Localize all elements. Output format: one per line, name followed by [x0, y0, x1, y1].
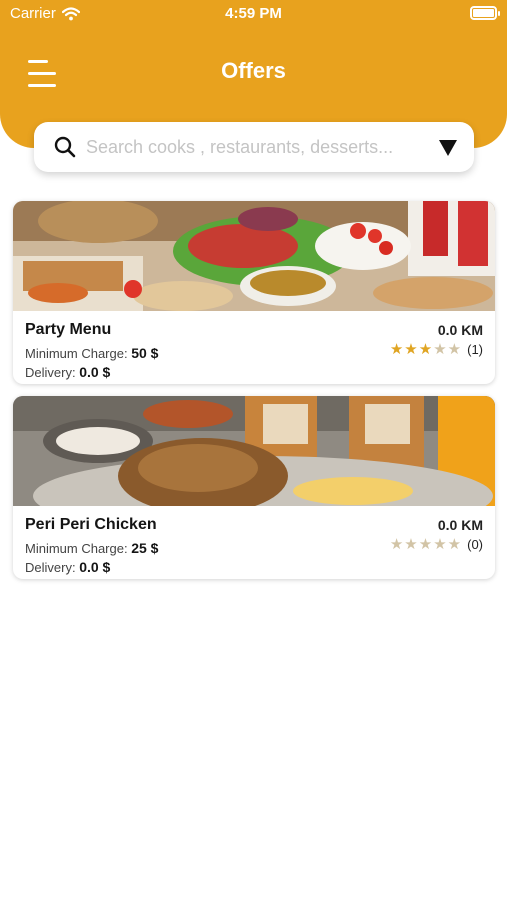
delivery-value: 0.0 $ — [79, 364, 111, 380]
status-time: 4:59 PM — [225, 5, 282, 22]
search-bar — [34, 122, 474, 172]
minimum-charge-label: Minimum Charge: — [25, 541, 128, 556]
battery-icon — [470, 6, 500, 20]
minimum-charge-value: 50 $ — [131, 345, 159, 361]
delivery-row: Delivery: 0.0 $ — [25, 364, 110, 380]
star-empty-icon: ★ — [418, 536, 433, 553]
search-input[interactable] — [86, 130, 426, 164]
offer-title: Peri Peri Chicken — [25, 516, 157, 533]
star-empty-icon: ★ — [447, 536, 462, 553]
delivery-label: Delivery: — [25, 560, 76, 575]
star-empty-icon: ★ — [433, 536, 447, 553]
delivery-label: Delivery: — [25, 365, 76, 380]
star-empty-icon: ★ — [404, 536, 418, 553]
star-filled-icon: ★ — [418, 341, 433, 358]
peri-peri-chicken-image — [13, 396, 495, 506]
delivery-value: 0.0 $ — [79, 559, 111, 575]
offer-card-peri-peri-chicken[interactable]: Peri Peri Chicken Minimum Charge: 25 $ D… — [13, 396, 495, 579]
minimum-charge-label: Minimum Charge: — [25, 346, 128, 361]
rating-count: (0) — [467, 537, 483, 552]
star-empty-icon: ★ — [433, 341, 447, 358]
distance-value: 0.0 KM — [437, 517, 483, 533]
party-menu-food-image — [13, 201, 495, 311]
star-empty-icon: ★ — [389, 536, 404, 553]
rating: ★ ★ ★ ★ ★ (0) — [390, 537, 483, 552]
distance-value: 0.0 KM — [437, 322, 483, 338]
star-empty-icon: ★ — [447, 341, 462, 358]
offer-title: Party Menu — [25, 321, 112, 338]
minimum-charge-row: Minimum Charge: 50 $ — [25, 345, 158, 361]
star-rating: ★ ★ ★ ★ ★ — [390, 537, 461, 552]
rating-count: (1) — [467, 342, 483, 357]
hamburger-icon-line — [28, 84, 56, 87]
status-bar: Carrier 4:59 PM — [0, 0, 507, 28]
star-filled-icon: ★ — [389, 341, 404, 358]
offer-card-party-menu[interactable]: Party Menu Minimum Charge: 50 $ Delivery… — [13, 201, 495, 384]
dropdown-triangle-icon[interactable] — [438, 139, 458, 157]
search-icon — [54, 136, 76, 158]
rating: ★ ★ ★ ★ ★ (1) — [390, 342, 483, 357]
delivery-row: Delivery: 0.0 $ — [25, 559, 110, 575]
star-filled-icon: ★ — [404, 341, 418, 358]
minimum-charge-row: Minimum Charge: 25 $ — [25, 540, 158, 556]
page-title: Offers — [221, 58, 286, 83]
minimum-charge-value: 25 $ — [131, 540, 159, 556]
star-rating: ★ ★ ★ ★ ★ — [390, 342, 461, 357]
